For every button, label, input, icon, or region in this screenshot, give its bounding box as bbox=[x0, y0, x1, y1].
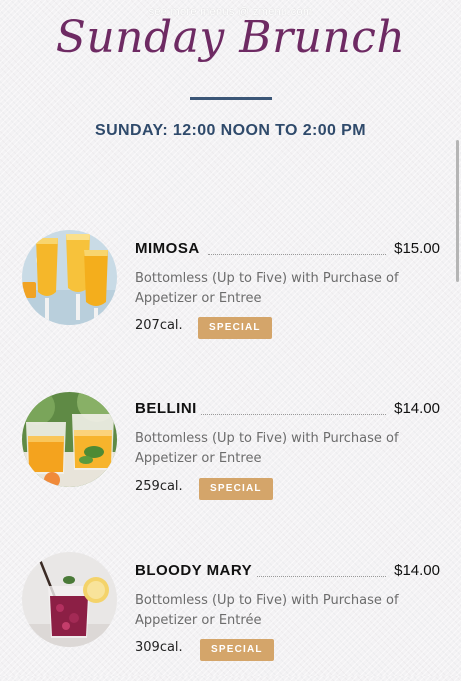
mimosa-photo bbox=[22, 230, 117, 325]
item-price: $15.00 bbox=[394, 240, 440, 257]
item-calories: 207cal. bbox=[135, 318, 183, 333]
page-title: Sunday Brunch bbox=[55, 12, 406, 63]
special-badge: SPECIAL bbox=[200, 639, 274, 661]
item-price: $14.00 bbox=[394, 400, 440, 417]
bellini-photo bbox=[22, 392, 117, 487]
item-description: Bottomless (Up to Five) with Purchase of… bbox=[135, 271, 399, 306]
bloody-mary-photo bbox=[22, 552, 117, 647]
item-name: BELLINI bbox=[135, 400, 197, 417]
menu-item-bellini[interactable]: BELLINI $14.00 Bottomless (Up to Five) w… bbox=[0, 390, 461, 520]
item-calories: 309cal. bbox=[135, 640, 183, 655]
special-badge: SPECIAL bbox=[198, 317, 272, 339]
item-name: BLOODY MARY bbox=[135, 562, 253, 579]
menu-item-bloody-mary[interactable]: BLOODY MARY $14.00 Bottomless (Up to Fiv… bbox=[0, 551, 461, 681]
price-leader bbox=[201, 414, 386, 415]
title-underline bbox=[190, 97, 272, 100]
item-price: $14.00 bbox=[394, 562, 440, 579]
menu-item-mimosa[interactable]: MIMOSA $15.00 Bottomless (Up to Five) wi… bbox=[0, 228, 461, 358]
item-calories: 259cal. bbox=[135, 479, 183, 494]
item-name: MIMOSA bbox=[135, 240, 200, 257]
item-description: Bottomless (Up to Five) with Purchase of… bbox=[135, 593, 399, 628]
brunch-hours: SUNDAY: 12:00 NOON TO 2:00 PM bbox=[95, 122, 366, 139]
item-description: Bottomless (Up to Five) with Purchase of… bbox=[135, 431, 399, 466]
price-leader bbox=[257, 576, 386, 577]
special-badge: SPECIAL bbox=[199, 478, 273, 500]
price-leader bbox=[208, 254, 386, 255]
